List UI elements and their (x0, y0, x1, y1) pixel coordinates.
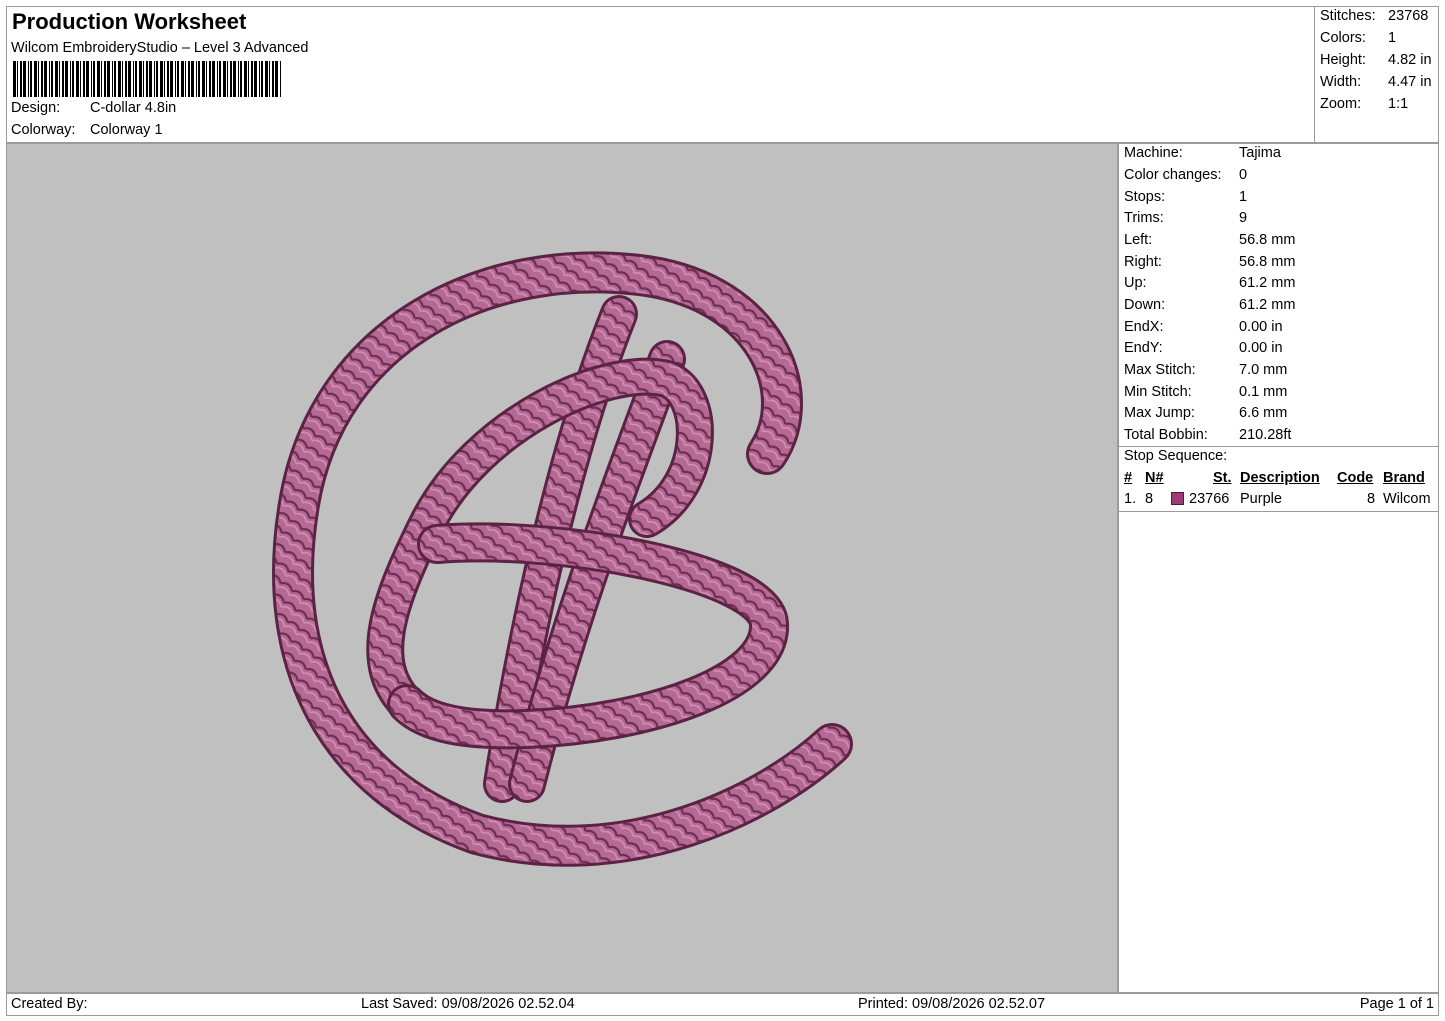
printed-date: Printed: 09/08/2026 02.52.07 (858, 996, 1046, 1012)
info-row: Left: 56.8 mm (1124, 232, 1296, 248)
color-swatch (1171, 492, 1184, 505)
col-header-code: Code (1337, 470, 1374, 486)
embroidery-design-image (272, 251, 853, 867)
last-saved: Last Saved: 09/08/2026 02.52.04 (361, 996, 575, 1012)
info-row: Max Stitch: 7.0 mm (1124, 362, 1288, 378)
worksheet-footer: Created By: Last Saved: 09/08/2026 02.52… (6, 993, 1439, 1016)
col-header-brand: Brand (1383, 470, 1425, 486)
info-row: Min Stitch: 0.1 mm (1124, 384, 1288, 400)
worksheet-header: Production Worksheet Wilcom EmbroiderySt… (6, 6, 1439, 143)
stat-row: Zoom: 1:1 (1320, 96, 1409, 112)
barcode-icon (13, 61, 281, 97)
info-row: Color changes: 0 (1124, 167, 1248, 183)
info-row: Machine: Tajima (1124, 145, 1281, 161)
software-name: Wilcom EmbroideryStudio – Level 3 Advanc… (11, 40, 309, 56)
info-row: Right: 56.8 mm (1124, 254, 1296, 270)
page-number: Page 1 of 1 (1359, 996, 1434, 1012)
design-row: Design: C-dollar 4.8in (11, 100, 176, 116)
divider (1119, 511, 1438, 512)
col-header-n: N# (1145, 470, 1164, 486)
divider (1119, 446, 1438, 447)
info-row: Up: 61.2 mm (1124, 275, 1296, 291)
design-preview-canvas[interactable] (6, 143, 1118, 993)
info-row: Trims: 9 (1124, 210, 1248, 226)
colorway-value: Colorway 1 (90, 122, 163, 138)
created-by: Created By: (11, 996, 88, 1012)
stat-row: Stitches: 23768 (1320, 8, 1429, 24)
info-row: Max Jump: 6.6 mm (1124, 405, 1288, 421)
col-header-description: Description (1240, 470, 1320, 486)
col-header-num: # (1124, 470, 1133, 486)
colorway-row: Colorway: Colorway 1 (11, 122, 163, 138)
machine-info-panel: Machine: Tajima Color changes: 0 Stops: 1 T… (1118, 143, 1439, 993)
info-row: Total Bobbin: 210.28ft (1124, 427, 1292, 443)
info-row: EndX: 0.00 in (1124, 319, 1283, 335)
info-row: Down: 61.2 mm (1124, 297, 1296, 313)
stat-row: Height: 4.82 in (1320, 52, 1432, 68)
col-header-st: St. (1213, 470, 1232, 486)
design-label: Design: (11, 100, 61, 116)
design-value: C-dollar 4.8in (90, 100, 177, 116)
info-row: Stops: 1 (1124, 189, 1248, 205)
design-stats-panel: Stitches: 23768 Colors: 1 Height: 4.82 in W… (1314, 7, 1441, 142)
colorway-label: Colorway: (11, 122, 76, 138)
stat-row: Width: 4.47 in (1320, 74, 1432, 90)
stop-sequence-title: Stop Sequence: (1124, 448, 1228, 464)
stat-row: Colors: 1 (1320, 30, 1397, 46)
info-row: EndY: 0.00 in (1124, 340, 1283, 356)
page-title: Production Worksheet (12, 9, 247, 34)
